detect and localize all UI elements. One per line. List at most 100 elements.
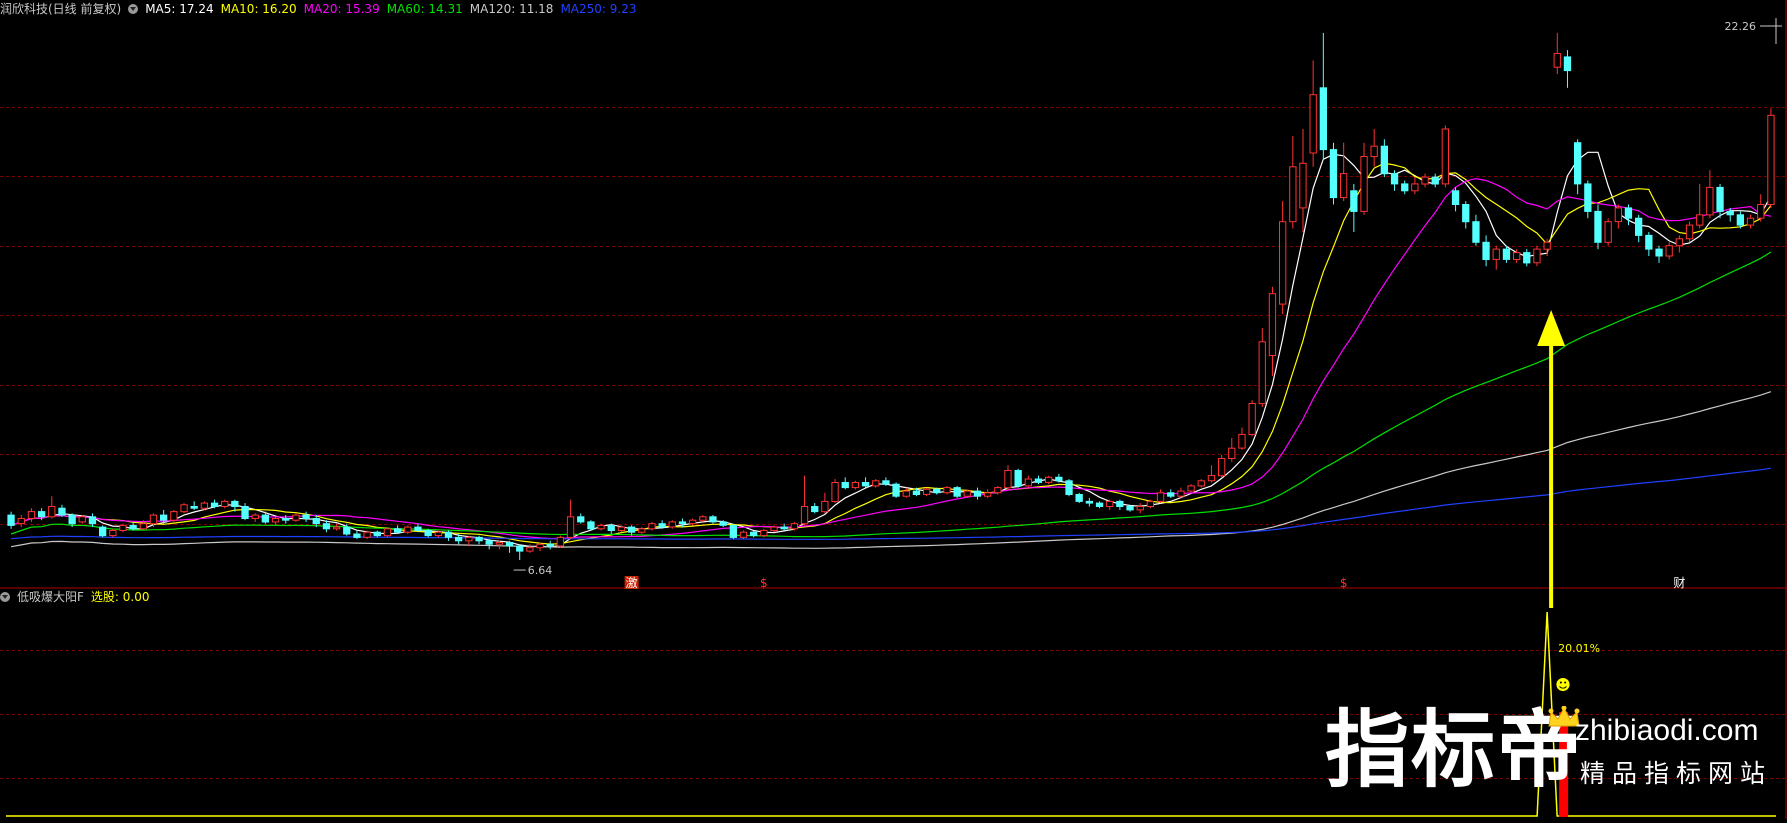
candle [1187, 484, 1195, 493]
candle-body [1614, 207, 1622, 223]
candle [1675, 235, 1683, 253]
candle-body [88, 516, 97, 525]
candle-body [149, 514, 158, 525]
candle-body [516, 545, 524, 552]
candle-body [1513, 252, 1521, 261]
candle [1390, 170, 1399, 191]
candle [485, 539, 493, 550]
candle-body [1004, 470, 1012, 489]
candle-body [1207, 475, 1216, 482]
candle-body [1665, 245, 1673, 257]
candle-body [1309, 94, 1317, 154]
signal-emoji: ☻ [1555, 676, 1571, 694]
candle [1248, 400, 1256, 437]
candle [363, 530, 371, 540]
candle-body [383, 528, 392, 537]
candle-body [1584, 183, 1592, 212]
candle-body [444, 531, 453, 538]
candle [963, 489, 971, 498]
candle [1095, 501, 1104, 509]
candle [973, 487, 982, 500]
candle-body [607, 524, 615, 532]
candle [1034, 475, 1043, 485]
candle [1167, 489, 1175, 498]
dropdown-icon[interactable] [128, 4, 139, 14]
candle [180, 503, 188, 514]
candle-body [1014, 470, 1022, 487]
candle-body [729, 524, 738, 538]
ma120-label: MA120: 11.18 [469, 2, 554, 16]
candle-body [1543, 241, 1551, 250]
candle-body [1574, 142, 1582, 185]
candle-body [1055, 476, 1063, 482]
candle-body [282, 518, 290, 521]
candle-body [322, 523, 331, 530]
candle [1207, 465, 1216, 483]
candle [536, 542, 544, 552]
candle [1655, 245, 1663, 263]
kline-chart[interactable]: 22.26 6.64 激 $ $ 财 20.01% ☻ 润欣科技(日线 前复权) MA5:… [0, 0, 1787, 819]
candle-body [1563, 56, 1572, 72]
candle [1635, 214, 1643, 243]
candle-body [1746, 217, 1755, 226]
candle [424, 528, 432, 538]
candle-body [577, 516, 585, 523]
candle-body [190, 506, 198, 509]
candle [383, 527, 392, 538]
candle-body [1757, 204, 1765, 219]
candle [1462, 201, 1470, 229]
candle [1289, 135, 1297, 229]
candle-body [1126, 506, 1134, 511]
candle [872, 479, 880, 488]
candle-body [221, 500, 229, 507]
candle [221, 499, 229, 509]
candle [658, 520, 666, 529]
ma250-label: MA250: 9.23 [560, 2, 637, 16]
candle [1258, 328, 1266, 407]
candle [800, 475, 809, 526]
candle [210, 499, 219, 509]
candle-body [119, 524, 127, 532]
candle-body [58, 507, 66, 516]
candle-body [536, 543, 544, 549]
candle-body [668, 521, 676, 528]
candle [17, 515, 25, 528]
candle [892, 482, 900, 498]
candle-body [394, 528, 402, 533]
candle-body [851, 482, 860, 489]
candle-body [434, 531, 443, 537]
candle [505, 540, 514, 553]
candle-body [27, 511, 36, 520]
candle [241, 503, 249, 521]
candle [465, 535, 473, 546]
candle-body [1685, 224, 1694, 240]
candle-body [811, 506, 819, 513]
ma-line-ma60 [10, 251, 1772, 538]
event-marker: 激 [626, 576, 638, 590]
candle-body [933, 488, 941, 494]
candle [1106, 499, 1114, 510]
candle [1136, 503, 1144, 514]
candle-body [1350, 190, 1358, 212]
candle [811, 503, 819, 514]
candle-body [1492, 248, 1500, 260]
candle-body [271, 518, 280, 523]
candle [638, 527, 646, 534]
candle [1431, 173, 1439, 188]
candle-body [1258, 341, 1266, 405]
candle [556, 535, 565, 548]
candle [546, 540, 554, 550]
candle [170, 509, 178, 522]
candle [648, 521, 656, 531]
candle-body [1767, 114, 1775, 205]
candle-body [1106, 500, 1114, 507]
candle-body [1360, 156, 1368, 212]
candle [984, 489, 992, 498]
candle [1197, 479, 1205, 488]
candle [1574, 139, 1582, 195]
candle [119, 523, 127, 533]
candle [1085, 497, 1093, 507]
candle-body [861, 482, 870, 487]
candle [1309, 60, 1317, 167]
dropdown-icon[interactable] [0, 592, 10, 602]
